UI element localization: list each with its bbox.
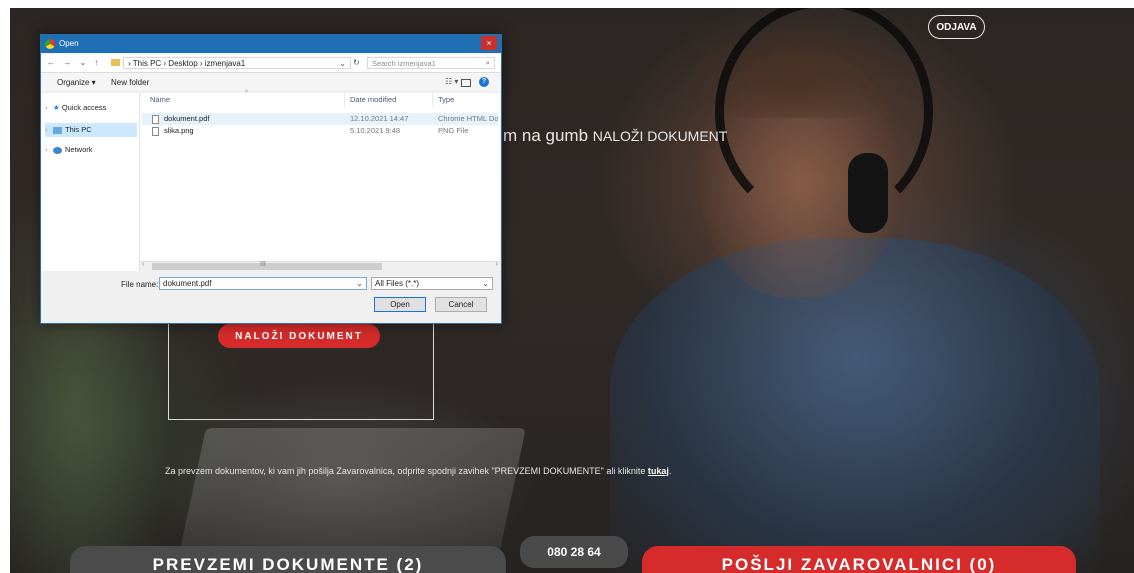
nav-item-quick-access[interactable]: › ★ Quick access: [45, 101, 137, 115]
search-input[interactable]: Search izmenjava1 ⌕: [367, 57, 495, 69]
background-headphones: [715, 8, 933, 226]
search-icon: ⌕: [485, 58, 490, 67]
file-type: PNG File: [438, 126, 469, 135]
address-path: › This PC › Desktop › izmenjava1: [128, 59, 246, 68]
file-date: 12.10.2021 14:47: [350, 114, 409, 123]
column-divider[interactable]: [344, 93, 345, 107]
upload-instruction: m na gumb NALOŽI DOKUMENT: [503, 126, 727, 146]
nav-item-network[interactable]: › Network: [45, 143, 137, 157]
nav-label: This PC: [65, 125, 92, 134]
logout-button[interactable]: ODJAVA: [928, 15, 985, 39]
image-file-icon: [152, 127, 159, 136]
expand-icon[interactable]: ›: [45, 101, 53, 115]
upload-document-button[interactable]: NALOŽI DOKUMENT: [218, 324, 380, 348]
send-to-insurer-tab[interactable]: POŠLJI ZAVAROVALNICI (0): [642, 546, 1076, 573]
file-name-input[interactable]: dokument.pdf ⌄: [159, 277, 367, 290]
address-row: ← → ⌄ ↑ › This PC › Desktop › izmenjava1…: [41, 54, 501, 73]
navigation-arrows-icon[interactable]: ← → ⌄ ↑: [47, 58, 101, 67]
expand-icon[interactable]: ›: [45, 143, 53, 157]
background-headphone-cup: [848, 153, 888, 233]
view-options-icon[interactable]: ☷ ▾: [445, 77, 458, 86]
chrome-icon: [45, 39, 55, 49]
file-type: Chrome HTML Document: [438, 114, 498, 123]
instruction-button-name: NALOŽI DOKUMENT: [592, 128, 728, 144]
open-file-dialog: Open × ← → ⌄ ↑ › This PC › Desktop › izm…: [40, 34, 502, 324]
column-header-type[interactable]: Type: [438, 95, 454, 104]
horizontal-scrollbar[interactable]: ‹ III ›: [140, 261, 500, 272]
file-name-label: File name:: [121, 280, 159, 289]
new-folder-button[interactable]: New folder: [111, 78, 149, 87]
phone-number-badge[interactable]: 080 28 64: [520, 536, 628, 568]
file-icon: [152, 115, 159, 124]
background-person-shirt: [610, 238, 1100, 573]
chevron-down-icon[interactable]: ⌄: [356, 278, 363, 290]
sort-arrow-icon: ^: [245, 90, 248, 96]
file-name: dokument.pdf: [164, 114, 210, 123]
chevron-down-icon[interactable]: ⌄: [482, 278, 489, 290]
nav-item-this-pc[interactable]: › This PC: [45, 123, 137, 137]
folder-icon: [111, 59, 120, 66]
organize-menu[interactable]: Organize ▾: [57, 78, 96, 87]
expand-icon[interactable]: ›: [45, 123, 53, 137]
dialog-toolbar: Organize ▾ New folder ☷ ▾ ?: [41, 73, 501, 91]
scrollbar-thumb[interactable]: [152, 263, 382, 270]
refresh-icon[interactable]: ↻: [353, 58, 360, 67]
preview-pane-icon[interactable]: [461, 79, 471, 87]
star-icon: ★: [53, 103, 60, 112]
file-list: Name ^ Date modified Type dokument.pdf 1…: [140, 90, 500, 272]
download-info-text: Za prevzem dokumentov, ki vam jih pošilj…: [165, 466, 671, 476]
computer-icon: [53, 126, 62, 134]
file-date: 5.10.2021 9:48: [350, 126, 401, 135]
scrollbar-grip: III: [260, 261, 266, 268]
nav-label: Network: [65, 145, 93, 154]
filter-value: All Files (*.*): [375, 279, 420, 288]
nav-label: Quick access: [61, 103, 107, 112]
dialog-title: Open: [59, 39, 79, 48]
chevron-down-icon[interactable]: ⌄: [339, 58, 346, 70]
column-header-name[interactable]: Name: [150, 95, 170, 104]
navigation-pane: › ★ Quick access › This PC › Network: [41, 93, 140, 271]
cancel-button[interactable]: Cancel: [435, 297, 487, 312]
close-icon[interactable]: ×: [481, 36, 497, 50]
column-divider[interactable]: [432, 93, 433, 107]
search-placeholder: Search izmenjava1: [372, 59, 436, 68]
file-type-filter[interactable]: All Files (*.*) ⌄: [371, 277, 493, 290]
file-name-value: dokument.pdf: [163, 279, 212, 288]
file-row[interactable]: slika.png 5.10.2021 9:48 PNG File: [142, 125, 498, 137]
dialog-titlebar[interactable]: Open ×: [41, 35, 501, 53]
file-name: slika.png: [164, 126, 194, 135]
here-link[interactable]: tukaj: [648, 466, 669, 476]
scroll-left-icon[interactable]: ‹: [142, 261, 144, 268]
network-icon: [53, 146, 62, 154]
scroll-right-icon[interactable]: ›: [496, 261, 498, 268]
download-documents-tab[interactable]: PREVZEMI DOKUMENTE (2): [70, 546, 506, 573]
instruction-text: m na gumb: [503, 126, 589, 145]
column-header-date[interactable]: Date modified: [350, 95, 396, 104]
address-bar[interactable]: › This PC › Desktop › izmenjava1 ⌄: [123, 57, 351, 69]
file-row[interactable]: dokument.pdf 12.10.2021 14:47 Chrome HTM…: [142, 113, 498, 125]
info-period: .: [668, 466, 672, 476]
open-button[interactable]: Open: [374, 297, 426, 312]
info-text: Za prevzem dokumentov, ki vam jih pošilj…: [165, 466, 646, 476]
help-icon[interactable]: ?: [479, 77, 489, 87]
